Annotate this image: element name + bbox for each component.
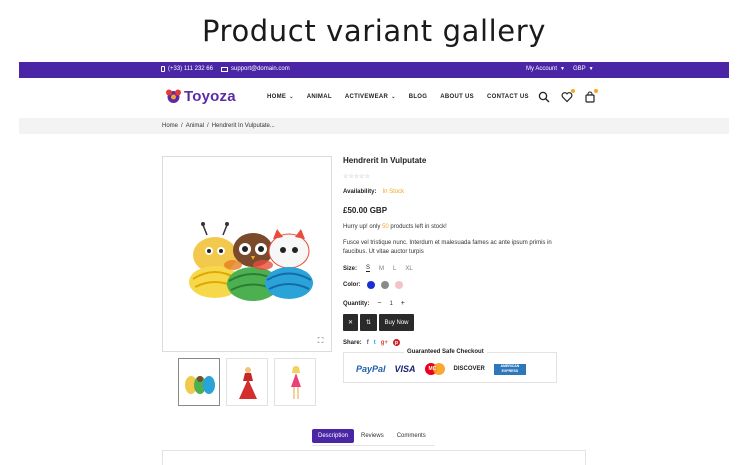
product-tabs: Description Reviews Comments [312, 429, 432, 443]
size-option-l[interactable]: L [393, 266, 396, 272]
buy-now-button[interactable]: Buy Now [379, 314, 414, 331]
color-swatch-gray[interactable] [380, 281, 389, 289]
availability: Availability: In Stock [343, 189, 404, 195]
tab-reviews[interactable]: Reviews [355, 429, 390, 443]
thumbnail-strip [178, 358, 316, 406]
page-banner-title: Product variant gallery [201, 14, 546, 48]
mastercard-logo: MC [424, 363, 445, 375]
color-swatch-pink[interactable] [394, 281, 403, 289]
nav-item-blog[interactable]: BLOG [409, 94, 428, 100]
paypal-logo: PayPal [356, 364, 386, 374]
logo-mark-icon [165, 88, 182, 105]
toy-balls-image [189, 222, 313, 301]
email-address: support@domain.com [230, 66, 290, 72]
nav-item-activewear[interactable]: ACTIVEWEAR ⌄ [345, 94, 396, 100]
product-title: Hendrerit In Vulputate [343, 156, 427, 165]
remove-button[interactable]: ✕ [343, 314, 358, 331]
breadcrumb-home[interactable]: Home [162, 123, 178, 129]
breadcrumb-animal[interactable]: Animal [186, 123, 204, 129]
discover-logo: DISCOVER [453, 366, 485, 372]
thumbnail-pink-doll[interactable] [274, 358, 316, 406]
quantity-stepper: Quantity: − 1 + [343, 300, 405, 307]
tab-description[interactable]: Description [312, 429, 355, 443]
size-option-m[interactable]: M [379, 266, 384, 272]
main-product-image[interactable]: ⛶ [162, 156, 332, 352]
availability-label: Availability: [343, 189, 377, 195]
google-plus-icon[interactable]: g+ [381, 340, 388, 346]
chevron-down-icon: ⌄ [289, 94, 294, 100]
thumbnail-red-dress-doll[interactable] [226, 358, 268, 406]
rating-stars[interactable]: ☆☆☆☆☆ [343, 173, 370, 180]
nav-item-home[interactable]: HOME ⌄ [267, 94, 294, 100]
stock-count: 50 [382, 224, 389, 230]
size-selector: Size: S M L XL [343, 265, 413, 272]
chevron-down-icon: ▼ [560, 66, 565, 72]
phone-contact[interactable]: (+33) 111 232 66 [161, 66, 213, 72]
color-label: Color: [343, 282, 361, 288]
quantity-minus-button[interactable]: − [377, 300, 381, 307]
breadcrumb-separator: / [181, 123, 183, 129]
heart-icon[interactable] [561, 89, 575, 103]
tabs-divider [312, 445, 435, 446]
search-icon[interactable] [538, 90, 550, 103]
top-bar: (+33) 111 232 66 support@domain.com My A… [19, 62, 729, 78]
share-label: Share: [343, 339, 362, 346]
product-description: Fusce vel tristique nunc. Interdum et ma… [343, 240, 552, 255]
color-swatch-blue[interactable] [366, 281, 375, 289]
cart-badge [594, 89, 598, 93]
twitter-icon[interactable]: t [374, 340, 376, 346]
zoom-icon[interactable]: ⛶ [316, 336, 325, 345]
stock-notice: Hurry up! only 50 products left in stock… [343, 224, 447, 230]
breadcrumb: Home / Animal / Hendrerit In Vulputate..… [19, 118, 729, 134]
quantity-value[interactable]: 1 [389, 301, 392, 307]
currency-label: GBP [572, 66, 586, 72]
logo-text: Toyoza [184, 88, 236, 105]
my-account-dropdown[interactable]: My Account ▼ [526, 66, 565, 72]
cart-icon[interactable] [584, 89, 598, 103]
availability-value: In Stock [382, 189, 405, 195]
nav-item-animal[interactable]: ANIMAL [307, 94, 332, 100]
site-header: Toyoza HOME ⌄ ANIMAL ACTIVEWEAR ⌄ BLOG ABO… [19, 78, 729, 118]
phone-icon [161, 66, 165, 72]
compare-button[interactable]: ⇅ [360, 314, 377, 331]
amex-logo: AMERICAN EXPRESS [493, 363, 526, 375]
quantity-label: Quantity: [343, 300, 370, 307]
nav-item-about-us[interactable]: ABOUT US [440, 94, 474, 100]
currency-dropdown[interactable]: GBP ▼ [573, 66, 594, 72]
nav-item-contact-us[interactable]: CONTACT US [487, 94, 529, 100]
color-selector: Color: [343, 281, 403, 289]
mail-icon [220, 66, 228, 72]
wishlist-badge [571, 89, 575, 93]
main-nav: HOME ⌄ ANIMAL ACTIVEWEAR ⌄ BLOG ABOUT US C… [267, 94, 529, 100]
tab-panel [162, 450, 586, 465]
phone-number: (+33) 111 232 66 [168, 66, 213, 72]
pinterest-icon[interactable]: p [392, 339, 400, 346]
share-row: Share: f t g+ p [343, 339, 400, 346]
email-contact[interactable]: support@domain.com [220, 66, 290, 72]
tab-comments[interactable]: Comments [391, 429, 432, 443]
logo[interactable]: Toyoza [165, 88, 236, 105]
thumbnail-toy-balls[interactable] [178, 358, 220, 406]
chevron-down-icon: ⌄ [391, 94, 396, 100]
chevron-down-icon: ▼ [588, 66, 594, 72]
visa-logo: VISA [394, 364, 416, 374]
header-icons [538, 89, 598, 103]
size-option-s[interactable]: S [366, 265, 371, 272]
store-window: (+33) 111 232 66 support@domain.com My A… [19, 62, 729, 465]
checkout-title: Guaranteed Safe Checkout [404, 349, 487, 355]
size-option-xl[interactable]: XL [405, 266, 412, 272]
breadcrumb-separator: / [207, 123, 209, 129]
facebook-icon[interactable]: f [367, 340, 369, 346]
quantity-plus-button[interactable]: + [401, 300, 405, 307]
my-account-label: My Account [526, 66, 558, 72]
size-label: Size: [343, 265, 358, 272]
product-price: £50.00 GBP [343, 206, 388, 215]
safe-checkout-box: Guaranteed Safe Checkout PayPal VISA MC … [343, 349, 557, 383]
product-actions: ✕ ⇅ Buy Now [343, 314, 414, 331]
payment-logos: PayPal VISA MC DISCOVER AMERICAN EXPRESS [356, 363, 526, 375]
breadcrumb-current: Hendrerit In Vulputate... [211, 123, 275, 129]
